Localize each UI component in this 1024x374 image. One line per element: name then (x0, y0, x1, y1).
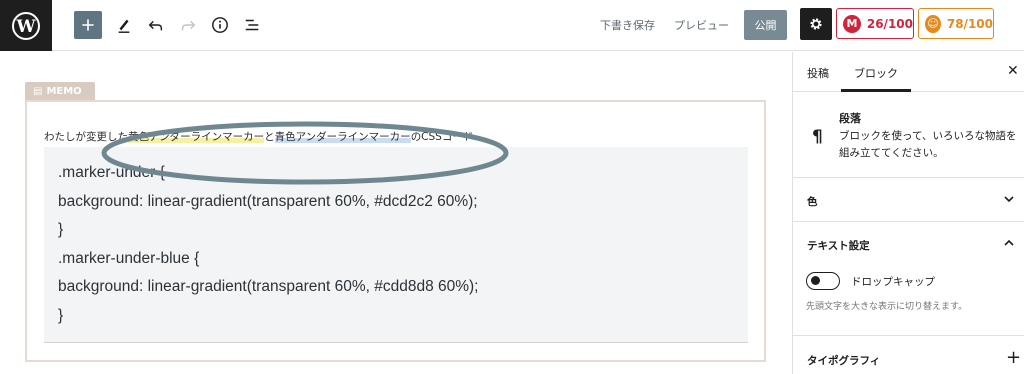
wordpress-logo-icon[interactable]: W (0, 0, 52, 51)
tab-block[interactable]: ブロック (854, 65, 898, 81)
panel-text-settings[interactable]: テキスト設定 (793, 223, 1024, 266)
seo-score-icon: M (843, 14, 861, 33)
undo-icon (148, 20, 163, 31)
toggle-knob (811, 276, 820, 285)
list-view-icon (245, 19, 259, 31)
seo-score-button[interactable]: M 26/100 (836, 8, 914, 39)
tools-button[interactable] (109, 10, 139, 40)
paragraph-icon: ¶ (812, 127, 823, 147)
memo-note-icon: ▤ (33, 86, 43, 97)
code-line: background: linear-gradient(transparent … (58, 192, 478, 210)
plus-icon[interactable]: + (1006, 347, 1021, 368)
details-button[interactable] (205, 10, 235, 40)
memo-label-text: MEMO (46, 86, 82, 97)
drop-cap-help: 先頭文字を大きな表示に切り替えます。 (806, 302, 968, 312)
code-line: } (58, 306, 64, 324)
svg-text:W: W (15, 17, 36, 37)
panel-typography-title[interactable]: タイポグラフィ (807, 353, 880, 368)
drop-cap-toggle[interactable] (806, 272, 840, 290)
sidebar-tabs: 投稿 ブロック ✕ (793, 52, 1024, 92)
chevron-up-icon (1004, 239, 1014, 246)
plus-icon (82, 19, 94, 31)
info-icon (212, 17, 228, 33)
settings-sidebar: 投稿 ブロック ✕ ¶ 段落 ブロックを使って、いろいろな物語を組み立ててくださ… (792, 52, 1024, 374)
redo-button[interactable] (173, 10, 203, 40)
gear-icon (810, 18, 822, 30)
save-draft-button[interactable]: 下書き保存 (600, 17, 655, 33)
block-title: 段落 (839, 112, 861, 125)
drop-cap-label: ドロップキャップ (851, 276, 935, 288)
editor-toolbar: W 下書き保存 プレビュー 公開 M 26/100 ☺ 78/100 (0, 0, 1024, 51)
editor-canvas: ▤ MEMO わたしが変更した黄色アンダーラインマーカーと青色アンダーラインマー… (0, 52, 792, 374)
block-card: ¶ 段落 ブロックを使って、いろいろな物語を組み立ててください。 (793, 93, 1024, 178)
pencil-icon (118, 19, 130, 33)
close-icon[interactable]: ✕ (1007, 63, 1019, 79)
list-view-button[interactable] (237, 10, 267, 40)
readability-score-value: 78/100 (946, 16, 993, 31)
block-description: ブロックを使って、いろいろな物語を組み立ててください。 (839, 130, 1017, 159)
redo-icon (181, 20, 196, 31)
preview-button[interactable]: プレビュー (674, 17, 729, 33)
code-line: } (58, 221, 64, 238)
annotation-ellipse (101, 121, 509, 185)
panel-text-settings-title: テキスト設定 (807, 240, 870, 252)
active-tab-indicator (841, 89, 911, 92)
divider (793, 335, 1024, 336)
tab-post[interactable]: 投稿 (807, 65, 829, 81)
seo-score-value: 26/100 (866, 16, 913, 31)
panel-color-title: 色 (807, 196, 818, 208)
panel-color[interactable]: 色 (793, 179, 1024, 222)
add-block-button[interactable] (74, 11, 102, 39)
readability-score-button[interactable]: ☺ 78/100 (918, 8, 994, 39)
code-line: background: linear-gradient(transparent … (58, 278, 479, 295)
chevron-down-icon (1004, 196, 1014, 203)
readability-score-icon: ☺ (925, 14, 941, 33)
publish-button[interactable]: 公開 (744, 10, 787, 40)
settings-button[interactable] (800, 8, 832, 40)
undo-button[interactable] (141, 10, 171, 40)
code-line: .marker-under-blue { (58, 249, 200, 267)
memo-label: ▤ MEMO (25, 82, 95, 101)
